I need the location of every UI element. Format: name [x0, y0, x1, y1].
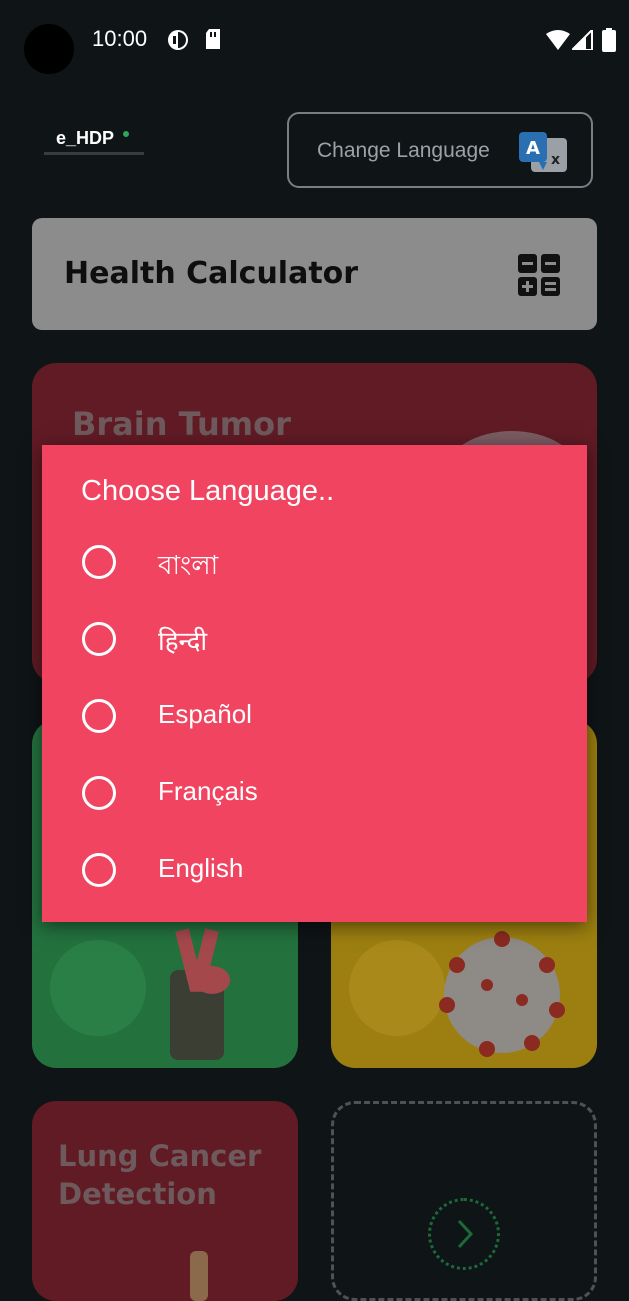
option-label: हिन्दी [158, 626, 208, 656]
language-option-french[interactable]: Français [82, 766, 562, 822]
radio-button[interactable] [82, 776, 116, 810]
language-option-bangla[interactable]: বাংলা [82, 535, 562, 591]
dialog-title: Choose Language.. [81, 475, 335, 507]
radio-button[interactable] [82, 545, 116, 579]
radio-button[interactable] [82, 853, 116, 887]
option-label: বাংলা [158, 550, 219, 580]
language-option-hindi[interactable]: हिन्दी [82, 612, 562, 668]
choose-language-dialog: Choose Language.. বাংলা हिन्दी Español F… [42, 445, 587, 922]
language-option-spanish[interactable]: Español [82, 689, 562, 745]
option-label: English [158, 853, 244, 883]
radio-button[interactable] [82, 622, 116, 656]
radio-button[interactable] [82, 699, 116, 733]
option-label: Français [158, 776, 258, 806]
option-label: Español [158, 699, 252, 729]
language-option-english[interactable]: English [82, 843, 562, 899]
